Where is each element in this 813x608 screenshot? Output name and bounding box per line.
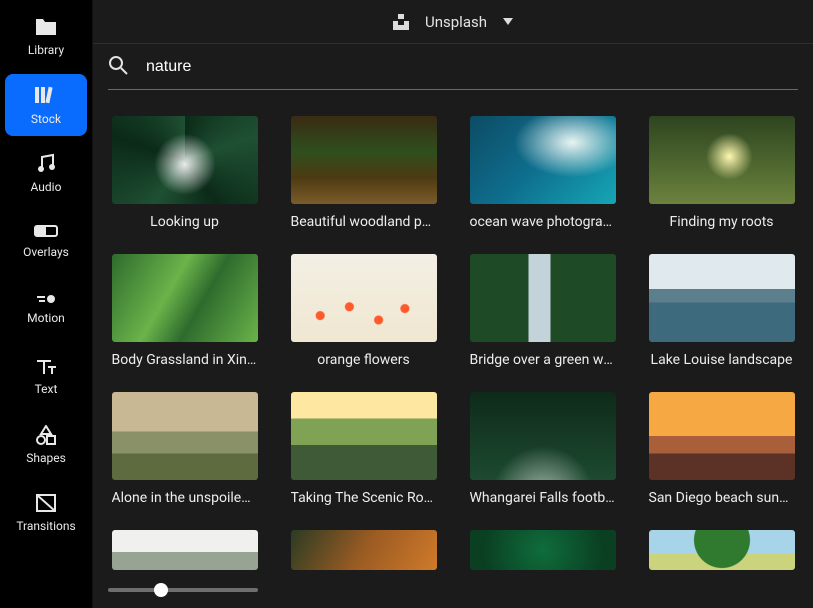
sidebar-item-label: Audio xyxy=(31,180,62,194)
result-card[interactable]: Taking The Scenic Route xyxy=(287,392,440,506)
caption: Finding my roots xyxy=(670,214,774,230)
result-card[interactable] xyxy=(287,530,440,570)
thumbnail xyxy=(649,392,795,480)
sidebar-item-label: Transitions xyxy=(16,519,75,533)
caption: ocean wave photography xyxy=(470,214,616,230)
result-card[interactable]: Alone in the unspoiled wilderness xyxy=(108,392,261,506)
search-input[interactable] xyxy=(146,58,798,76)
thumbnail xyxy=(649,116,795,204)
search-icon xyxy=(108,55,128,79)
sidebar-item-shapes[interactable]: Shapes xyxy=(5,414,87,476)
caption: Taking The Scenic Route xyxy=(291,490,437,506)
thumbnail xyxy=(112,116,258,204)
caption: Lake Louise landscape xyxy=(651,352,793,368)
unsplash-icon xyxy=(393,14,409,30)
results-grid: Looking up Beautiful woodland path ocean w… xyxy=(93,90,813,608)
result-card[interactable]: ocean wave photography xyxy=(466,116,619,230)
sidebar-item-text[interactable]: Text xyxy=(5,346,87,408)
thumbnail xyxy=(649,530,795,570)
text-icon xyxy=(35,358,57,376)
caption: orange flowers xyxy=(317,352,409,368)
thumbnail xyxy=(291,392,437,480)
motion-icon xyxy=(35,293,57,305)
thumbnail xyxy=(470,530,616,570)
sidebar-item-label: Motion xyxy=(27,311,65,325)
sidebar-item-label: Overlays xyxy=(23,245,69,259)
caption: Looking up xyxy=(150,214,219,230)
sidebar-item-label: Shapes xyxy=(26,451,66,465)
thumbnail xyxy=(291,116,437,204)
main-panel: Unsplash Looking up Beautiful woodland pa… xyxy=(93,0,813,608)
result-card[interactable]: Body Grassland in Xinjiang xyxy=(108,254,261,368)
sidebar-item-transitions[interactable]: Transitions xyxy=(5,482,87,544)
books-icon xyxy=(33,84,59,106)
thumbnail xyxy=(291,254,437,342)
result-card[interactable] xyxy=(108,530,261,570)
thumbnail xyxy=(112,530,258,570)
thumbnail xyxy=(112,254,258,342)
sidebar: Library Stock Audio Overlays Motion Text xyxy=(0,0,93,608)
result-card[interactable]: orange flowers xyxy=(287,254,440,368)
result-card[interactable]: San Diego beach sunset xyxy=(645,392,798,506)
thumbnail xyxy=(649,254,795,342)
slider-track xyxy=(108,588,258,592)
caption: Body Grassland in Xinjiang xyxy=(112,352,258,368)
caption: San Diego beach sunset xyxy=(649,490,795,506)
source-label: Unsplash xyxy=(425,13,487,31)
result-card[interactable]: Finding my roots xyxy=(645,116,798,230)
result-card[interactable] xyxy=(466,530,619,570)
caption: Whangarei Falls footbridge xyxy=(470,490,616,506)
thumbnail xyxy=(470,116,616,204)
result-card[interactable]: Beautiful woodland path xyxy=(287,116,440,230)
source-dropdown[interactable]: Unsplash xyxy=(93,0,813,44)
thumbnail-size-slider[interactable] xyxy=(108,580,258,600)
caption: Bridge over a green waterfall xyxy=(470,352,616,368)
result-card[interactable] xyxy=(645,530,798,570)
result-card[interactable]: Bridge over a green waterfall xyxy=(466,254,619,368)
sidebar-item-audio[interactable]: Audio xyxy=(5,142,87,204)
thumbnail xyxy=(291,530,437,570)
slider-knob[interactable] xyxy=(154,583,168,597)
result-card[interactable]: Lake Louise landscape xyxy=(645,254,798,368)
overlays-icon xyxy=(34,223,58,239)
thumbnail xyxy=(470,392,616,480)
music-icon xyxy=(35,152,57,174)
thumbnail xyxy=(470,254,616,342)
sidebar-item-motion[interactable]: Motion xyxy=(5,278,87,340)
result-card[interactable]: Looking up xyxy=(108,116,261,230)
chevron-down-icon xyxy=(503,18,513,26)
caption: Beautiful woodland path xyxy=(291,214,437,230)
sidebar-item-library[interactable]: Library xyxy=(5,6,87,68)
thumbnail xyxy=(112,392,258,480)
search-row xyxy=(108,44,798,90)
sidebar-item-label: Stock xyxy=(31,112,61,126)
folder-icon xyxy=(34,17,58,37)
result-card[interactable]: Whangarei Falls footbridge xyxy=(466,392,619,506)
caption: Alone in the unspoiled wilderness xyxy=(112,490,258,506)
sidebar-item-overlays[interactable]: Overlays xyxy=(5,210,87,272)
transitions-icon xyxy=(35,493,57,513)
shapes-icon xyxy=(35,425,57,445)
sidebar-item-label: Text xyxy=(35,382,58,396)
sidebar-item-stock[interactable]: Stock xyxy=(5,74,87,136)
sidebar-item-label: Library xyxy=(28,43,64,57)
